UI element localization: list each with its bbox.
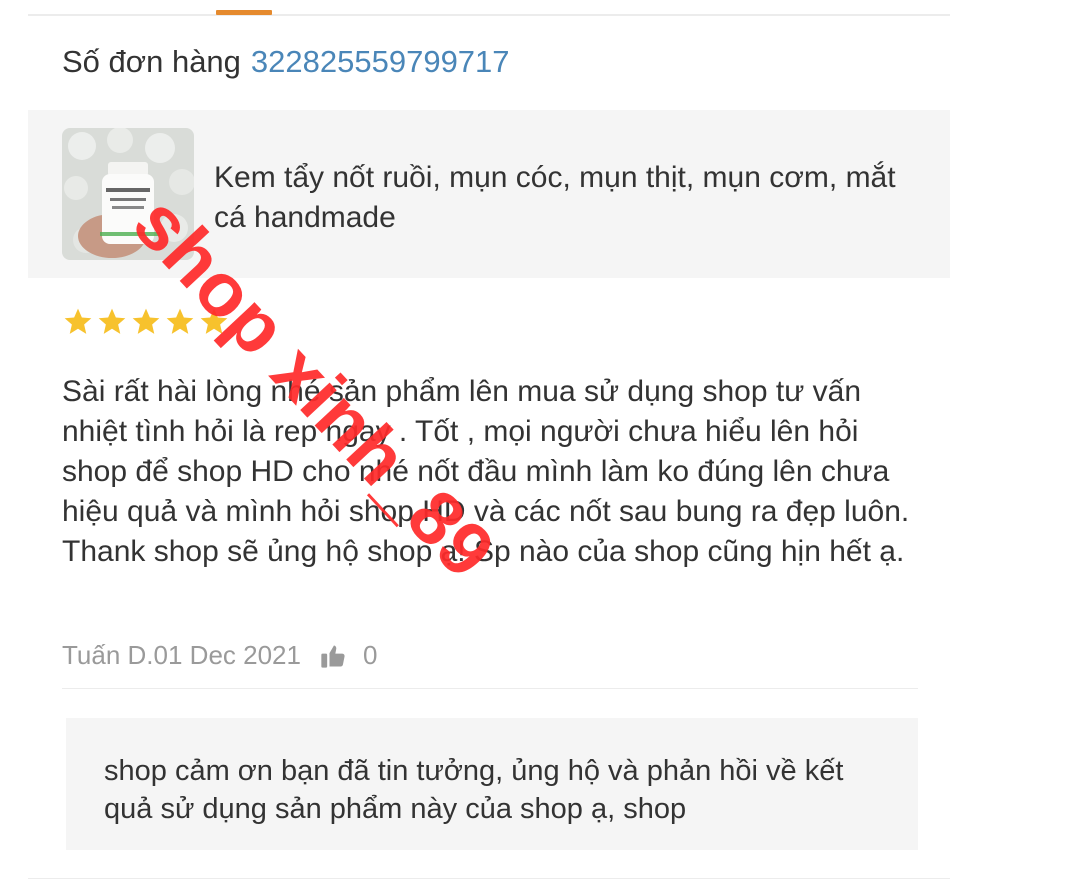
star-icon xyxy=(98,308,126,334)
review-author: Tuấn D. xyxy=(62,640,154,670)
like-count: 0 xyxy=(362,640,378,670)
thumbs-up-icon[interactable] xyxy=(319,642,347,670)
review-meta: Tuấn D. 01 Dec 2021 0 xyxy=(62,640,377,671)
bottom-divider xyxy=(28,878,950,879)
review-date: 01 Dec 2021 xyxy=(153,640,301,670)
order-number-label: Số đơn hàng xyxy=(62,44,241,79)
top-divider xyxy=(28,14,950,16)
seller-reply-text: shop cảm ơn bạn đã tin tưởng, ủng hộ và … xyxy=(104,755,844,825)
order-number-link[interactable]: 322825559799717 xyxy=(251,44,510,79)
active-tab-indicator xyxy=(216,10,272,15)
star-icon xyxy=(132,308,160,334)
review-divider xyxy=(62,688,918,689)
order-number-row: Số đơn hàng 322825559799717 xyxy=(62,44,510,80)
product-name[interactable]: Kem tẩy nốt ruồi, mụn cóc, mụn thịt, mụn… xyxy=(214,158,934,238)
star-icon xyxy=(64,308,92,334)
seller-reply: shop cảm ơn bạn đã tin tưởng, ủng hộ và … xyxy=(66,718,918,850)
